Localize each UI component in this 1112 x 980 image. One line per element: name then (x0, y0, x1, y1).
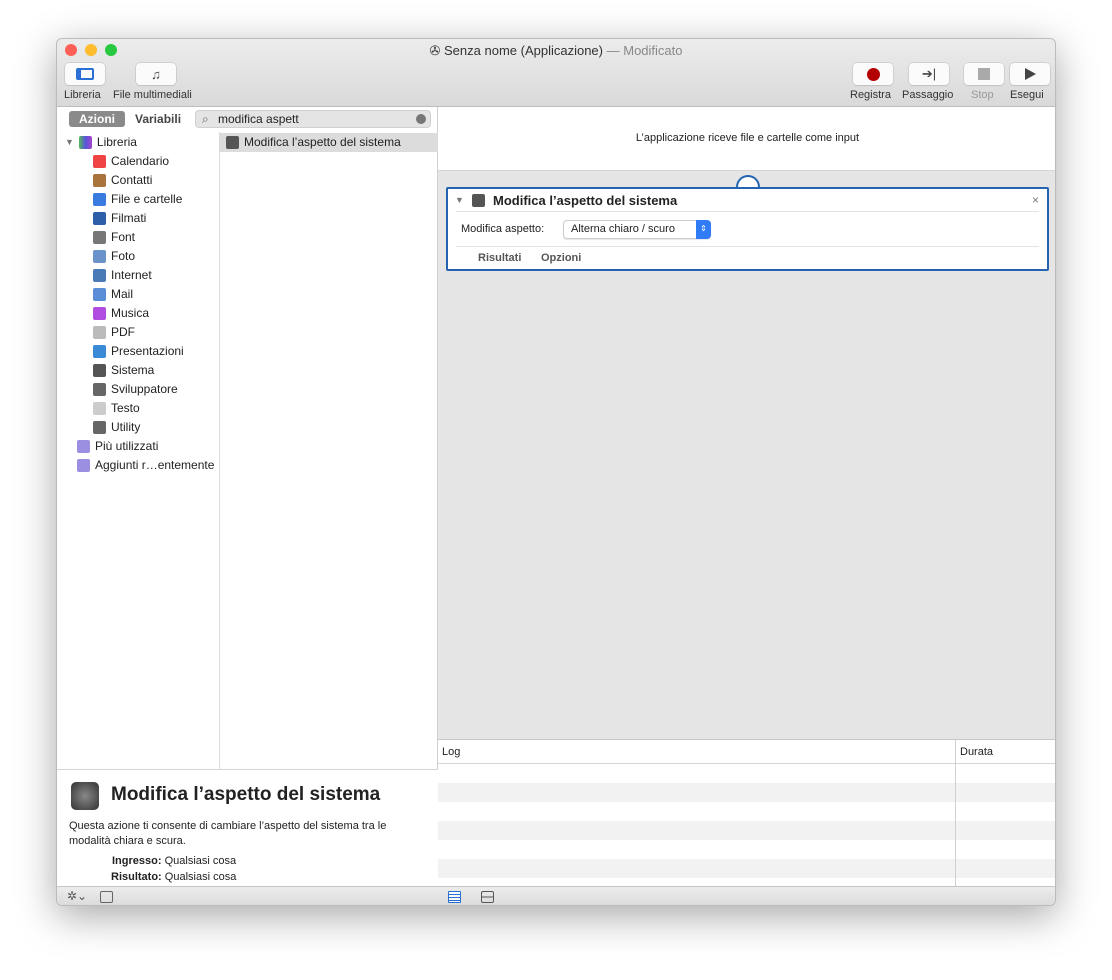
log-row (438, 764, 1055, 783)
sidebar-icon (76, 68, 94, 80)
results-button[interactable]: Risultati (478, 252, 521, 264)
smart-folder-icon (77, 459, 90, 472)
log-row (438, 821, 1055, 840)
log-column[interactable]: Log (442, 746, 460, 758)
disclosure-triangle-icon[interactable]: ▼ (455, 195, 464, 205)
library-icon (78, 136, 92, 149)
workflow-area: ▼ Modifica l’aspetto del sistema × Modif… (438, 170, 1055, 739)
play-icon (1024, 68, 1036, 80)
library-button[interactable] (65, 63, 105, 85)
category-icon (93, 421, 106, 434)
record-icon (866, 67, 880, 81)
list-view-icon[interactable] (448, 891, 461, 903)
bottom-bar: ✲⌄ (57, 886, 1055, 905)
log-row (438, 859, 1055, 878)
library-panel: Azioni Variabili ⌕ modifica aspett ▼ Librer… (57, 107, 438, 886)
record-button[interactable] (853, 63, 893, 85)
category-icon (93, 250, 106, 263)
step-icon: ➔| (921, 66, 937, 81)
toolbar: ✇ Senza nome (Applicazione) — Modificato… (57, 39, 1055, 107)
media-button[interactable]: ♫ (136, 63, 176, 85)
search-input[interactable]: ⌕ modifica aspett (195, 110, 431, 128)
sidebar-item-internet[interactable]: Internet (93, 266, 152, 285)
category-icon (93, 364, 106, 377)
sidebar-item-foto[interactable]: Foto (93, 247, 135, 266)
log-header: Log Durata (438, 739, 1055, 764)
category-icon (93, 326, 106, 339)
sidebar-item-calendario[interactable]: Calendario (93, 152, 169, 171)
window-title: ✇ Senza nome (Applicazione) — Modificato (429, 43, 683, 58)
automator-window: ✇ Senza nome (Applicazione) — Modificato… (56, 38, 1056, 906)
media-icon: ♫ (151, 66, 161, 82)
workflow-input-header: L’applicazione riceve file e cartelle co… (635, 132, 860, 144)
stop-icon (978, 68, 990, 80)
action-description: Modifica l’aspetto del sistema Questa az… (57, 769, 438, 886)
action-card[interactable]: ▼ Modifica l’aspetto del sistema × Modif… (446, 187, 1049, 271)
sidebar-item-musica[interactable]: Musica (93, 304, 149, 323)
app-icon: ✇ (429, 43, 445, 58)
category-icon (93, 155, 106, 168)
sidebar-item-sistema[interactable]: Sistema (93, 361, 154, 380)
smart-group-item[interactable]: Aggiunti r…entemente (77, 456, 214, 475)
sidebar-item-presentazioni[interactable]: Presentazioni (93, 342, 184, 361)
step-button[interactable]: ➔| (909, 63, 949, 85)
log-row (438, 802, 1055, 821)
category-icon (93, 269, 106, 282)
category-icon (93, 193, 106, 206)
remove-action-button[interactable]: × (1032, 193, 1039, 207)
category-icon (93, 231, 106, 244)
flow-view-icon[interactable] (481, 891, 494, 903)
actions-list: Modifica l’aspetto del sistema (220, 132, 438, 769)
appearance-select[interactable]: Alterna chiaro / scuro ⇕ (563, 220, 711, 239)
sidebar-item-file-e-cartelle[interactable]: File e cartelle (93, 190, 182, 209)
sidebar-item-pdf[interactable]: PDF (93, 323, 135, 342)
sidebar-item-utility[interactable]: Utility (93, 418, 140, 437)
run-button[interactable] (1010, 63, 1050, 85)
sidebar-item-font[interactable]: Font (93, 228, 135, 247)
sidebar-item-sviluppatore[interactable]: Sviluppatore (93, 380, 178, 399)
options-button[interactable]: Opzioni (541, 252, 581, 264)
clear-search-icon[interactable] (416, 114, 426, 124)
sidebar-item-contatti[interactable]: Contatti (93, 171, 152, 190)
category-icon (93, 174, 106, 187)
system-prefs-icon (226, 136, 239, 149)
search-icon: ⌕ (202, 112, 209, 126)
workflow-panel: L’applicazione riceve file e cartelle co… (438, 107, 1055, 886)
system-prefs-icon (472, 194, 485, 207)
tab-actions[interactable]: Azioni (69, 111, 125, 127)
tab-variables[interactable]: Variabili (127, 111, 189, 127)
category-icon (93, 345, 106, 358)
sidebar-item-testo[interactable]: Testo (93, 399, 140, 418)
smart-group-item[interactable]: Più utilizzati (77, 437, 158, 456)
category-icon (93, 383, 106, 396)
smart-folder-icon (77, 440, 90, 453)
category-icon (93, 212, 106, 225)
log-row (438, 783, 1055, 802)
toggle-description-icon[interactable] (100, 891, 113, 903)
sidebar-item-filmati[interactable]: Filmati (93, 209, 146, 228)
gear-menu-icon[interactable]: ✲⌄ (67, 889, 87, 903)
list-item[interactable]: Modifica l’aspetto del sistema (220, 133, 438, 152)
library-root[interactable]: ▼ Libreria (65, 133, 137, 152)
duration-column[interactable]: Durata (960, 746, 993, 758)
category-icon (93, 402, 106, 415)
log-row (438, 840, 1055, 859)
category-icon (93, 307, 106, 320)
stop-button[interactable] (964, 63, 1004, 85)
category-icon (93, 288, 106, 301)
library-tree: ▼ Libreria Calendario Contatti File e carte… (57, 132, 220, 769)
system-prefs-icon (71, 782, 99, 810)
chevron-updown-icon: ⇕ (696, 220, 711, 239)
sidebar-item-mail[interactable]: Mail (93, 285, 133, 304)
